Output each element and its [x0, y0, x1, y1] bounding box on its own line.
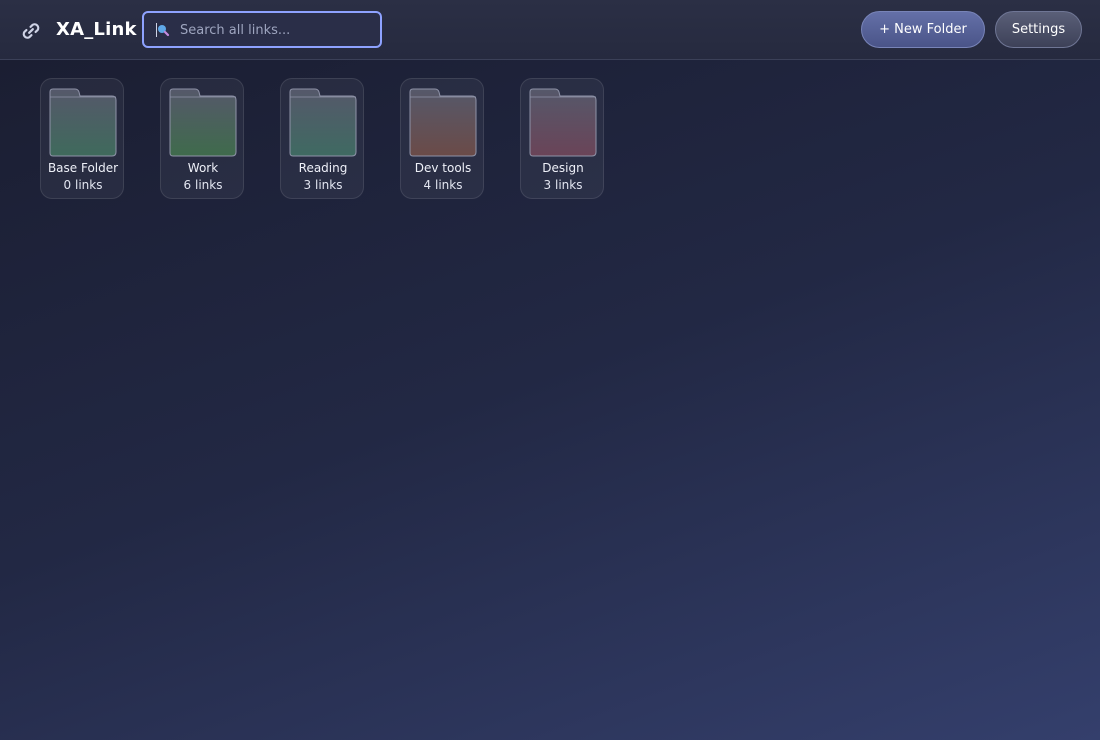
folder-card-reading[interactable]: Reading 3 links [280, 78, 364, 199]
folder-name: Reading [298, 161, 348, 175]
folder-icon [49, 88, 117, 157]
folder-link-count: 0 links [63, 178, 103, 192]
folder-link-count: 3 links [543, 178, 583, 192]
folder-card-work[interactable]: Work 6 links [160, 78, 244, 199]
folder-link-count: 4 links [423, 178, 463, 192]
new-folder-button[interactable]: + New Folder [861, 11, 985, 48]
search-input[interactable] [180, 19, 370, 41]
folder-name: Design [542, 161, 584, 175]
search-box[interactable] [142, 11, 382, 48]
search-icon [156, 23, 170, 37]
folder-name: Work [187, 161, 219, 175]
settings-button[interactable]: Settings [995, 11, 1082, 48]
folder-name: Dev tools [414, 161, 472, 175]
link-icon [22, 23, 40, 39]
app-title: XA_Link [56, 19, 137, 40]
folder-icon [529, 88, 597, 157]
folder-card-design[interactable]: Design 3 links [520, 78, 604, 199]
folder-link-count: 6 links [183, 178, 223, 192]
folder-link-count: 3 links [303, 178, 343, 192]
folder-icon [289, 88, 357, 157]
folder-card-dev-tools[interactable]: Dev tools 4 links [400, 78, 484, 199]
folder-card-base-folder[interactable]: Base Folder 0 links [40, 78, 124, 199]
folder-name: Base Folder [47, 161, 119, 175]
folder-icon [409, 88, 477, 157]
folder-icon [169, 88, 237, 157]
top-bar: XA_Link + New Folder Settings [0, 0, 1100, 60]
